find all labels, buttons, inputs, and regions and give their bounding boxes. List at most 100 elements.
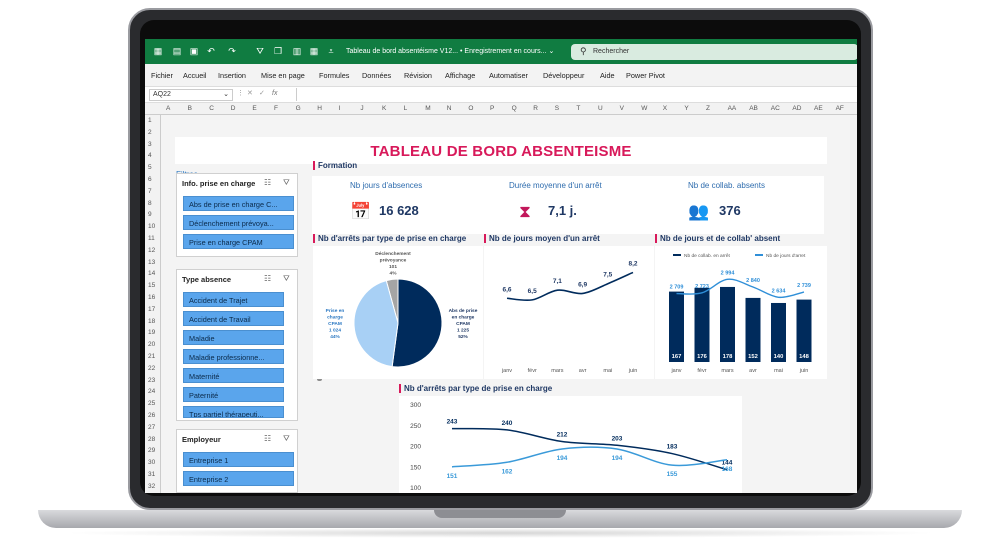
table-icon[interactable]: ▦ — [309, 46, 319, 56]
column-header[interactable]: Y — [684, 105, 688, 112]
search-box[interactable]: ⚲ Rechercher — [571, 44, 857, 60]
column-header[interactable]: Q — [512, 105, 517, 112]
column-header[interactable]: L — [404, 105, 408, 112]
slicer-item[interactable]: Accident de Travail — [183, 311, 284, 326]
multi-select-icon[interactable]: ☷ — [264, 274, 271, 283]
form-icon[interactable]: ▥ — [292, 46, 302, 56]
row-header[interactable]: 3 — [148, 141, 152, 148]
confirm-icon[interactable]: ✓ — [259, 89, 265, 97]
menu-item[interactable]: Insertion — [218, 71, 246, 80]
filter-icon[interactable]: ⛛ — [255, 46, 265, 56]
menu-item[interactable]: Formules — [319, 71, 349, 80]
slicer-item[interactable]: Prise en charge CPAM — [183, 234, 294, 249]
column-header[interactable]: R — [533, 105, 538, 112]
row-header[interactable]: 29 — [148, 447, 155, 454]
copy-icon[interactable]: ❐ — [273, 46, 283, 56]
menu-item[interactable]: Révision — [404, 71, 432, 80]
row-header[interactable]: 13 — [148, 259, 155, 266]
row-header[interactable]: 18 — [148, 318, 155, 325]
row-header[interactable]: 1 — [148, 117, 152, 124]
row-header[interactable]: 6 — [148, 176, 152, 183]
autosave-icon[interactable]: ▤ — [172, 46, 182, 56]
column-header[interactable]: AB — [749, 105, 758, 112]
column-header[interactable]: G — [296, 105, 301, 112]
column-header[interactable]: N — [447, 105, 452, 112]
slicer-item[interactable]: Paternité — [183, 387, 284, 402]
name-box[interactable]: AQ22 ⌄ — [149, 89, 233, 101]
slicer-item[interactable]: Entreprise 2 — [183, 471, 294, 486]
row-header[interactable]: 9 — [148, 211, 152, 218]
clear-filter-icon[interactable]: ⛛ — [283, 274, 290, 284]
clear-filter-icon[interactable]: ⛛ — [283, 178, 290, 188]
clear-filter-icon[interactable]: ⛛ — [283, 434, 290, 444]
row-header[interactable]: 26 — [148, 412, 155, 419]
document-title[interactable]: Tableau de bord absentéisme V12... • Enr… — [346, 47, 554, 55]
column-header[interactable]: A — [166, 105, 170, 112]
column-header[interactable]: AF — [836, 105, 844, 112]
column-header[interactable]: W — [641, 105, 647, 112]
menu-item[interactable]: Power Pivot — [626, 71, 665, 80]
column-header[interactable]: AA — [728, 105, 737, 112]
row-header[interactable]: 24 — [148, 388, 155, 395]
row-header[interactable]: 16 — [148, 294, 155, 301]
row-header[interactable]: 2 — [148, 129, 152, 136]
column-header[interactable]: D — [231, 105, 236, 112]
row-header[interactable]: 28 — [148, 436, 155, 443]
row-header[interactable]: 17 — [148, 306, 155, 313]
row-header[interactable]: 4 — [148, 152, 152, 159]
row-header[interactable]: 8 — [148, 200, 152, 207]
column-header[interactable]: U — [598, 105, 603, 112]
undo-icon[interactable]: ↶ — [206, 46, 216, 56]
column-header[interactable]: I — [339, 105, 341, 112]
row-header[interactable]: 23 — [148, 377, 155, 384]
row-header[interactable]: 25 — [148, 400, 155, 407]
menu-item[interactable]: Accueil — [183, 71, 207, 80]
column-header[interactable]: T — [576, 105, 580, 112]
column-header[interactable]: Z — [706, 105, 710, 112]
row-header[interactable]: 31 — [148, 471, 155, 478]
row-header[interactable]: 5 — [148, 164, 152, 171]
row-header[interactable]: 27 — [148, 424, 155, 431]
menu-item[interactable]: Données — [362, 71, 391, 80]
customize-toolbar-icon[interactable]: ⩡ — [326, 46, 336, 56]
menu-item[interactable]: Fichier — [151, 71, 173, 80]
row-header[interactable]: 15 — [148, 282, 155, 289]
menu-item[interactable]: Aide — [600, 71, 615, 80]
insert-function-button[interactable]: fx — [272, 90, 277, 97]
redo-icon[interactable]: ↷ — [227, 46, 237, 56]
slicer-item[interactable]: Tps partiel thérapeuti... — [183, 406, 284, 418]
column-header[interactable]: S — [555, 105, 559, 112]
column-header[interactable]: B — [188, 105, 192, 112]
row-header[interactable]: 20 — [148, 341, 155, 348]
column-header[interactable]: F — [274, 105, 278, 112]
column-header[interactable]: M — [425, 105, 430, 112]
menu-item[interactable]: Mise en page — [261, 71, 305, 80]
column-header[interactable]: AD — [792, 105, 801, 112]
save-icon[interactable]: ▣ — [189, 46, 199, 56]
column-header[interactable]: AE — [814, 105, 823, 112]
row-header[interactable]: 32 — [148, 483, 155, 490]
row-header[interactable]: 22 — [148, 365, 155, 372]
row-header[interactable]: 14 — [148, 270, 155, 277]
column-header[interactable]: J — [360, 105, 363, 112]
menu-item[interactable]: Développeur — [543, 71, 584, 80]
cancel-icon[interactable]: ✕ — [247, 89, 253, 97]
slicer-item[interactable]: Maladie professionne... — [183, 349, 284, 364]
slicer-item[interactable]: Accident de Trajet — [183, 292, 284, 307]
row-header[interactable]: 12 — [148, 247, 155, 254]
column-header[interactable]: E — [252, 105, 256, 112]
row-header[interactable]: 10 — [148, 223, 155, 230]
column-header[interactable]: C — [209, 105, 214, 112]
column-header[interactable]: AC — [771, 105, 780, 112]
menu-item[interactable]: Affichage — [445, 71, 475, 80]
column-header[interactable]: K — [382, 105, 386, 112]
column-header[interactable]: H — [317, 105, 322, 112]
row-header[interactable]: 7 — [148, 188, 152, 195]
menu-item[interactable]: Automatiser — [489, 71, 528, 80]
column-header[interactable]: X — [663, 105, 667, 112]
column-header[interactable]: O — [468, 105, 473, 112]
row-header[interactable]: 19 — [148, 329, 155, 336]
multi-select-icon[interactable]: ☷ — [264, 178, 271, 187]
slicer-item[interactable]: Déclenchement prévoya... — [183, 215, 294, 230]
column-header[interactable]: V — [620, 105, 624, 112]
